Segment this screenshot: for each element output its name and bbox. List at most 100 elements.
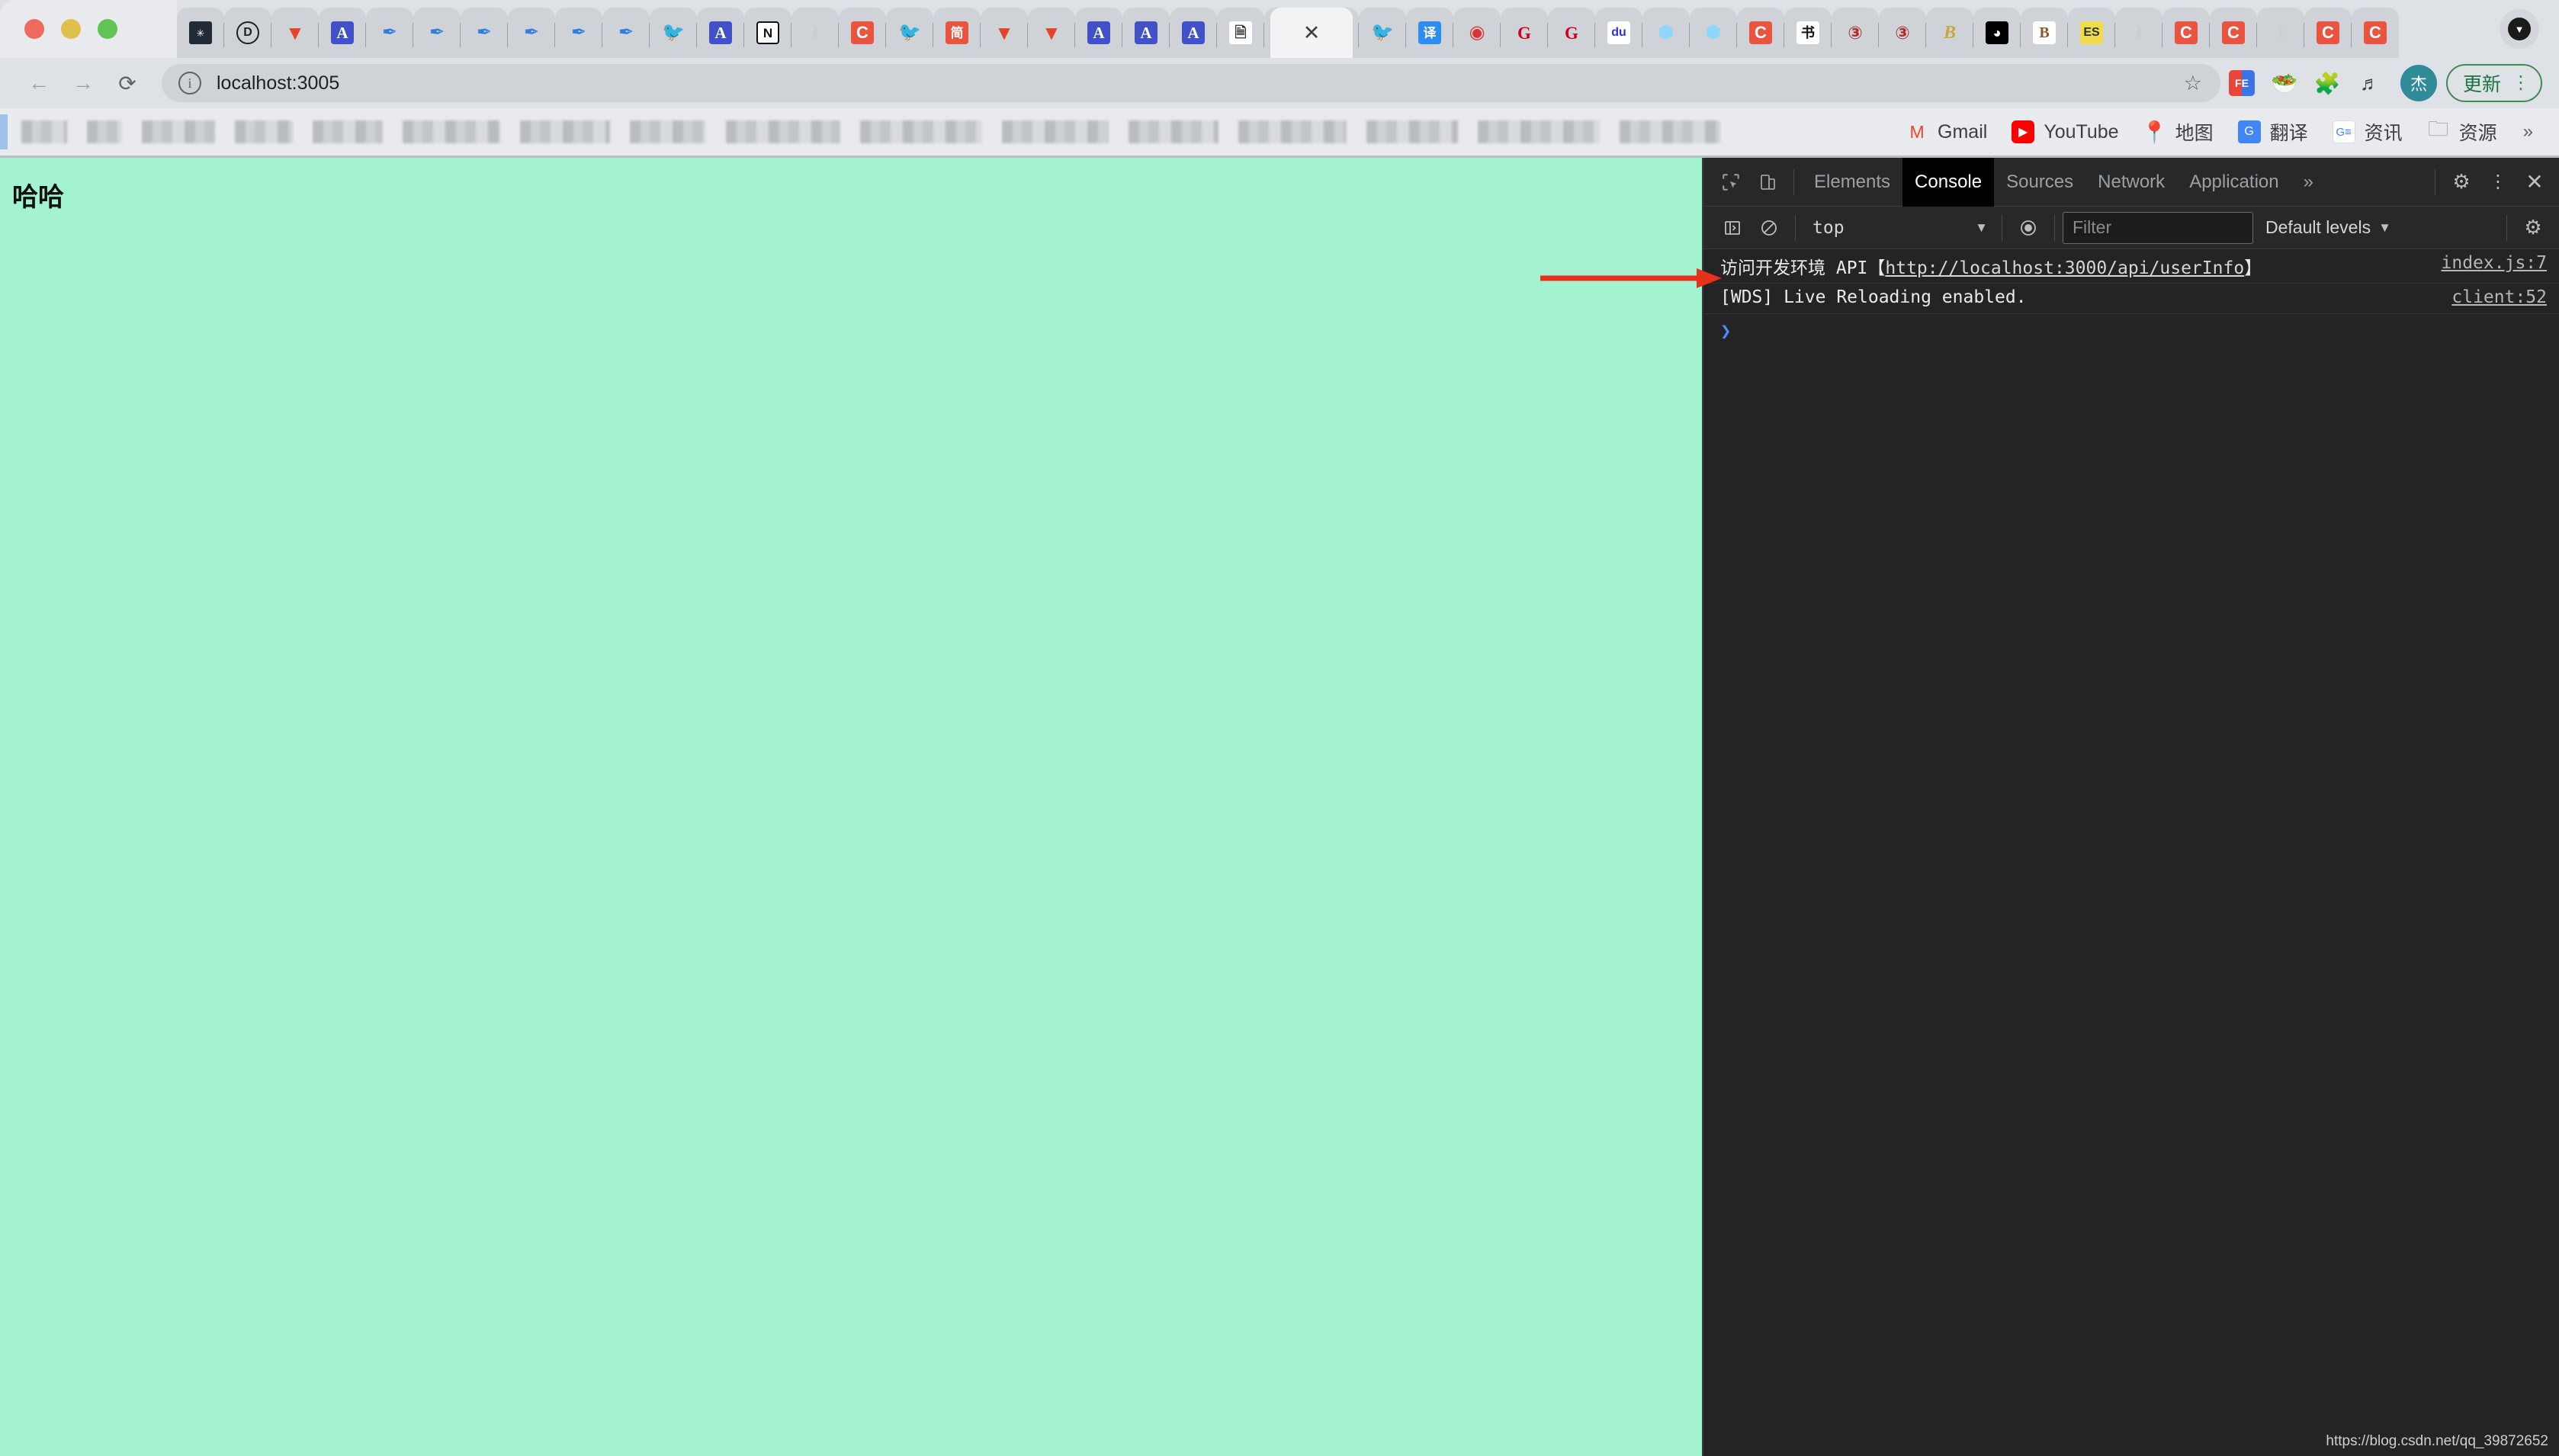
console-settings-gear-icon[interactable]: ⚙ (2515, 210, 2551, 246)
browser-tab[interactable]: ✳ (177, 8, 224, 58)
bookmark-translate[interactable]: G 翻译 (2226, 108, 2320, 156)
redacted-bookmark-item[interactable] (860, 120, 982, 143)
browser-tab[interactable]: A (1075, 8, 1122, 58)
redacted-bookmark-item[interactable] (403, 120, 500, 143)
browser-tab[interactable]: C (839, 8, 886, 58)
reload-button[interactable]: ⟳ (105, 61, 149, 105)
browser-tab[interactable]: 🐦 (650, 8, 697, 58)
browser-tab[interactable]: ES (2068, 8, 2115, 58)
redacted-bookmark-item[interactable] (1129, 120, 1218, 143)
redacted-bookmark-item[interactable] (313, 120, 383, 143)
browser-tab[interactable]: ✒ (366, 8, 413, 58)
browser-tab[interactable]: A (697, 8, 744, 58)
browser-tab[interactable]: B (1926, 8, 1973, 58)
console-output[interactable]: 访问开发环境 API【http://localhost:3000/api/use… (1703, 249, 2559, 1456)
browser-tab[interactable]: D (224, 8, 271, 58)
profile-avatar[interactable]: 杰 (2400, 65, 2437, 101)
bookmark-news[interactable]: G≡ 资讯 (2320, 108, 2415, 156)
devtools-settings-gear-icon[interactable]: ⚙ (2443, 164, 2480, 200)
active-tab[interactable]: ✕ (1270, 8, 1353, 58)
redacted-bookmarks[interactable] (14, 108, 1893, 156)
console-input-prompt[interactable]: ❯ (1703, 314, 2559, 348)
console-log-link[interactable]: http://localhost:3000/api/userInfo (1885, 258, 2244, 278)
devtools-close-icon[interactable]: ✕ (2516, 164, 2553, 200)
browser-tab[interactable]: G (1501, 8, 1548, 58)
console-log-row[interactable]: [WDS] Live Reloading enabled. client:52 (1703, 284, 2559, 314)
browser-tab[interactable]: C (2304, 8, 2352, 58)
redacted-bookmark-item[interactable] (520, 120, 610, 143)
browser-tab[interactable]: du (1595, 8, 1642, 58)
browser-tab[interactable]: ✒ (555, 8, 602, 58)
browser-tab[interactable]: C (2210, 8, 2257, 58)
browser-tab[interactable]: 简 (933, 8, 981, 58)
close-tab-icon[interactable]: ✕ (1303, 23, 1321, 43)
bookmark-youtube[interactable]: ▶ YouTube (1999, 108, 2130, 156)
browser-tab[interactable]: N (744, 8, 791, 58)
music-playlist-extension[interactable]: ♬ (2349, 62, 2391, 104)
redacted-bookmark-item[interactable] (726, 120, 840, 143)
browser-tab[interactable]: ▼ (1028, 8, 1075, 58)
browser-tab[interactable]: ✒ (461, 8, 508, 58)
devtools-tab-network[interactable]: Network (2085, 158, 2177, 207)
redacted-bookmark-item[interactable] (142, 120, 215, 143)
browser-tab[interactable]: ③ (1832, 8, 1879, 58)
browser-tab[interactable]: C (1737, 8, 1784, 58)
browser-tab[interactable]: A (1170, 8, 1217, 58)
bookmarks-overflow-icon[interactable]: » (2509, 121, 2547, 143)
redacted-bookmark-item[interactable] (87, 120, 122, 143)
browser-tab[interactable]: 🗎 (1217, 8, 1264, 58)
update-button[interactable]: 更新 ⋮ (2445, 64, 2542, 102)
browser-tab[interactable]: ⬢ (1690, 8, 1737, 58)
browser-tab[interactable]: ⌇ (2257, 8, 2304, 58)
tab-search-button[interactable]: ▼ (2500, 9, 2539, 49)
chrome-menu-icon[interactable]: ⋮ (2512, 74, 2530, 92)
browser-tab[interactable]: ✒ (508, 8, 555, 58)
browser-tab[interactable]: 🐦 (886, 8, 933, 58)
browser-tab[interactable]: ⌇ (2115, 8, 2162, 58)
console-log-source[interactable]: index.js:7 (2426, 253, 2547, 273)
salad-bowl-extension[interactable]: 🥗 (2263, 62, 2306, 104)
browser-tab[interactable]: 译 (1406, 8, 1453, 58)
redacted-bookmark-item[interactable] (235, 120, 293, 143)
devtools-tab-sources[interactable]: Sources (1994, 158, 2085, 207)
console-filter-input[interactable]: Filter (2063, 211, 2253, 244)
console-log-row[interactable]: 访问开发环境 API【http://localhost:3000/api/use… (1703, 249, 2559, 284)
redacted-bookmark-item[interactable] (1478, 120, 1600, 143)
browser-tab[interactable]: 🐦 (1359, 8, 1406, 58)
log-levels-selector[interactable]: Default levels ▼ (2265, 217, 2391, 238)
bookmark-folder-resources[interactable]: 🗀 资源 (2415, 108, 2509, 156)
redacted-bookmark-item[interactable] (1366, 120, 1458, 143)
inspect-element-icon[interactable] (1713, 164, 1749, 200)
devtools-more-tabs-icon[interactable]: » (2291, 172, 2326, 193)
url-input[interactable]: localhost:3005 (217, 72, 2184, 95)
browser-tab[interactable]: ◉ (1453, 8, 1501, 58)
console-sidebar-icon[interactable] (1714, 210, 1751, 246)
browser-tab[interactable]: ▼ (271, 8, 319, 58)
bookmark-gmail[interactable]: M Gmail (1893, 108, 1999, 156)
browser-tab[interactable]: ✒ (602, 8, 650, 58)
bookmark-maps[interactable]: 📍 地图 (2131, 108, 2226, 156)
minimize-window-button[interactable] (61, 19, 81, 39)
address-bar[interactable]: i localhost:3005 ☆ (162, 64, 2220, 102)
browser-tab[interactable]: 书 (1784, 8, 1832, 58)
browser-tab[interactable]: A (319, 8, 366, 58)
browser-tab[interactable]: ⌇ (791, 8, 839, 58)
devtools-tab-elements[interactable]: Elements (1802, 158, 1902, 207)
browser-tab[interactable]: ③ (1879, 8, 1926, 58)
browser-tab[interactable]: G (1548, 8, 1595, 58)
close-window-button[interactable] (24, 19, 44, 39)
redacted-bookmark-item[interactable] (1002, 120, 1109, 143)
site-info-icon[interactable]: i (178, 72, 201, 95)
device-toolbar-icon[interactable] (1749, 164, 1786, 200)
devtools-menu-icon[interactable]: ⋮ (2480, 164, 2516, 200)
fe-helper-extension[interactable]: FE (2220, 62, 2263, 104)
devtools-tab-application[interactable]: Application (2177, 158, 2291, 207)
maximize-window-button[interactable] (98, 19, 117, 39)
back-button[interactable]: ← (17, 61, 61, 105)
redacted-bookmark-item[interactable] (21, 120, 67, 143)
redacted-bookmark-item[interactable] (1238, 120, 1347, 143)
redacted-bookmark-item[interactable] (630, 120, 706, 143)
forward-button[interactable]: → (61, 61, 105, 105)
puzzle-extensions-button[interactable]: 🧩 (2306, 62, 2349, 104)
browser-tab[interactable]: ▼ (981, 8, 1028, 58)
